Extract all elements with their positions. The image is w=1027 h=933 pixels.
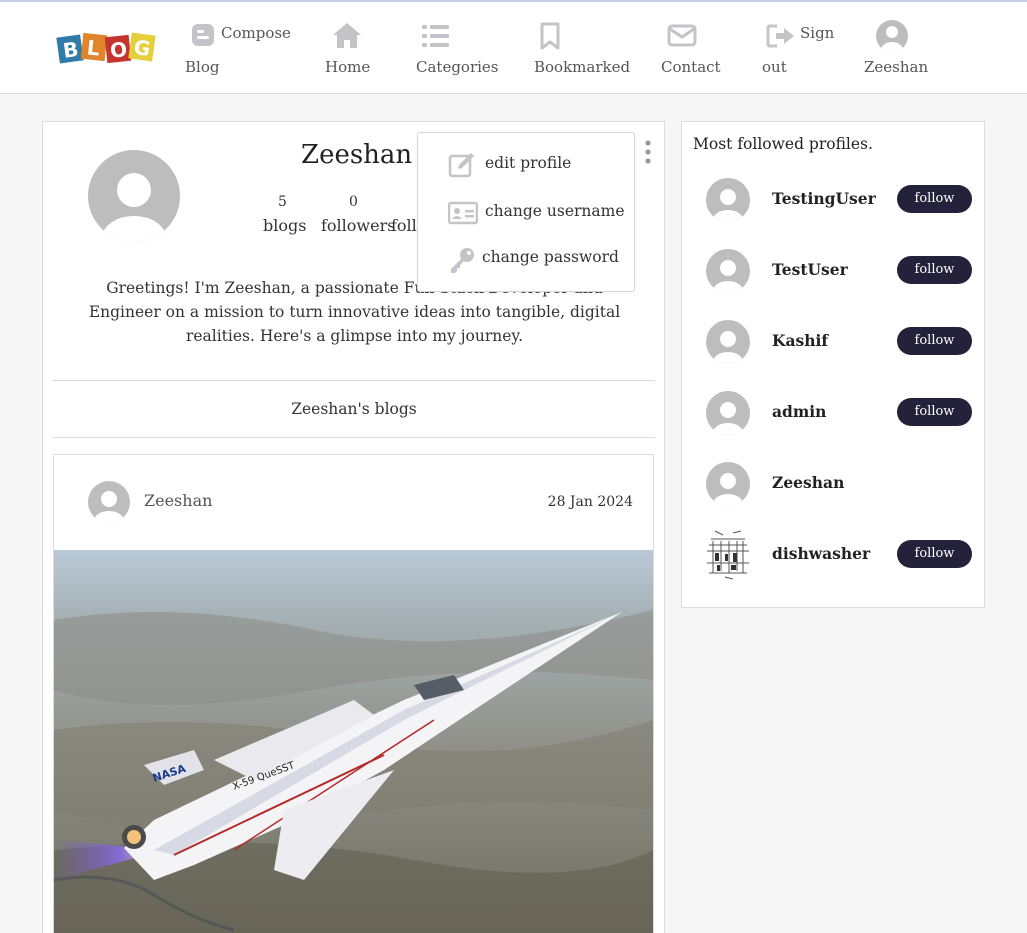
profile-name[interactable]: Kashif — [772, 331, 828, 350]
stat-blogs-count: 5 — [278, 194, 287, 210]
profile-avatar-small — [706, 391, 750, 435]
blog-post-card[interactable]: Zeeshan 28 Jan 2024 NASA X-59 QueSST — [53, 454, 654, 933]
profile-avatar-small — [706, 249, 750, 293]
dropdown-change-username[interactable]: change username — [448, 199, 633, 229]
profile-row[interactable]: Zeeshan — [682, 462, 986, 506]
profile-avatar — [88, 150, 180, 242]
navbar: B L O G Compose Blog Home Categories Boo… — [0, 2, 1027, 94]
post-date: 28 Jan 2024 — [547, 494, 633, 510]
envelope-icon — [667, 24, 697, 47]
nav-home[interactable]: Home — [325, 20, 375, 80]
profile-options-dropdown: edit profile change username change pass… — [417, 132, 635, 292]
profile-row[interactable]: admin follow — [682, 391, 986, 435]
stat-followers-count: 0 — [349, 194, 358, 210]
list-icon — [422, 25, 449, 47]
dropdown-edit-profile[interactable]: edit profile — [448, 151, 628, 181]
most-followed-title: Most followed profiles. — [693, 135, 873, 153]
profile-row[interactable]: Kashif follow — [682, 320, 986, 364]
stat-followers-label[interactable]: followers — [321, 216, 395, 235]
post-author-name[interactable]: Zeeshan — [144, 491, 212, 510]
profile-name[interactable]: TestingUser — [772, 189, 876, 208]
nav-contact[interactable]: Contact — [661, 20, 721, 80]
user-avatar-icon — [876, 20, 908, 52]
bookmark-icon — [540, 22, 560, 50]
blog-logo[interactable]: B L O G — [56, 28, 160, 68]
post-author-avatar — [88, 481, 130, 523]
nav-compose-label-top: Compose — [221, 24, 291, 42]
profile-name[interactable]: dishwasher — [772, 544, 870, 563]
more-options-icon[interactable] — [643, 140, 653, 164]
follow-button[interactable]: follow — [897, 398, 972, 426]
profile-row[interactable]: TestingUser follow — [682, 178, 986, 222]
profile-avatar-small — [706, 178, 750, 222]
profile-avatar-sketch — [703, 527, 753, 583]
nav-compose-label-bottom: Blog — [185, 58, 220, 76]
stat-blogs-label[interactable]: blogs — [263, 216, 306, 235]
nav-compose-blog[interactable]: Compose Blog — [185, 20, 295, 80]
nav-bookmarked[interactable]: Bookmarked — [534, 20, 631, 80]
dropdown-change-password[interactable]: change password — [448, 245, 633, 275]
nav-sign-out-label-top: Sign — [800, 24, 835, 42]
profile-name[interactable]: Zeeshan — [772, 473, 844, 492]
nav-categories-label: Categories — [416, 58, 499, 76]
profile-row[interactable]: dishwasher follow — [682, 527, 986, 583]
divider-top — [53, 380, 655, 381]
post-cover-image[interactable]: NASA X-59 QueSST — [54, 550, 653, 933]
home-icon — [333, 23, 361, 48]
nav-sign-out-label-bottom: out — [762, 58, 787, 76]
sign-out-icon — [766, 24, 794, 48]
key-icon — [451, 248, 474, 273]
most-followed-card: Most followed profiles. TestingUser foll… — [681, 121, 985, 608]
profile-username: Zeeshan — [301, 140, 413, 170]
nav-contact-label: Contact — [661, 58, 721, 76]
edit-icon — [448, 153, 474, 178]
follow-button[interactable]: follow — [897, 256, 972, 284]
follow-button[interactable]: follow — [897, 327, 972, 355]
profile-name[interactable]: TestUser — [772, 260, 848, 279]
nav-categories[interactable]: Categories — [416, 20, 499, 80]
dropdown-change-username-label: change username — [485, 202, 625, 220]
follow-button[interactable]: follow — [897, 185, 972, 213]
nav-home-label: Home — [325, 58, 371, 76]
nav-sign-out[interactable]: Sign out — [762, 20, 842, 80]
nav-profile[interactable]: Zeeshan — [864, 20, 934, 80]
profile-avatar-small — [706, 462, 750, 506]
svg-text:G: G — [132, 35, 152, 61]
nav-profile-label: Zeeshan — [864, 58, 929, 76]
dropdown-change-password-label: change password — [482, 248, 619, 266]
divider-bottom — [53, 437, 655, 438]
svg-text:O: O — [109, 37, 128, 63]
blogs-heading: Zeeshan's blogs — [291, 400, 417, 418]
profile-avatar-small — [706, 320, 750, 364]
dropdown-edit-profile-label: edit profile — [485, 154, 572, 172]
blogger-icon — [192, 24, 214, 46]
profile-row[interactable]: TestUser follow — [682, 249, 986, 293]
follow-button[interactable]: follow — [897, 540, 972, 568]
id-card-icon — [448, 201, 478, 225]
nav-bookmarked-label: Bookmarked — [534, 58, 631, 76]
profile-name[interactable]: admin — [772, 402, 826, 421]
